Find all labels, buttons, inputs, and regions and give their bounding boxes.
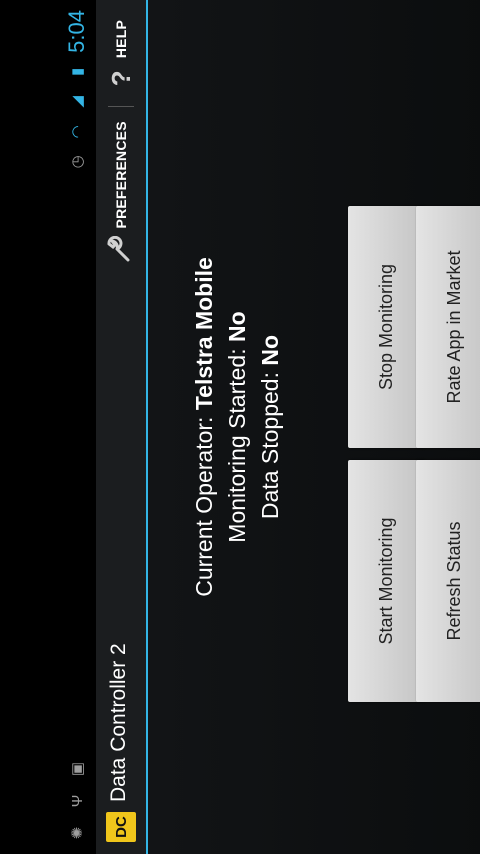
battery-icon: ▮	[69, 67, 86, 76]
monitoring-line: Monitoring Started: No	[224, 311, 250, 543]
rate-app-button[interactable]: Rate App in Market	[416, 206, 480, 448]
help-label: HELP	[113, 20, 129, 59]
preferences-label: PREFERENCES	[113, 121, 129, 229]
app-logo[interactable]: DC	[106, 812, 136, 842]
usb-icon: Ψ	[68, 794, 86, 808]
signal-icon: ◢	[69, 96, 86, 108]
refresh-status-button[interactable]: Refresh Status	[416, 460, 480, 702]
sd-card-icon: ▣	[69, 761, 86, 777]
preferences-action[interactable]: PREFERENCES	[96, 111, 146, 274]
status-summary: Current Operator: Telstra Mobile Monitor…	[188, 0, 287, 854]
action-bar: DC Data Controller 2 PREFERENCES ? HELP	[96, 0, 148, 854]
start-monitoring-button[interactable]: Start Monitoring	[348, 460, 424, 702]
data-stopped-line: Data Stopped: No	[257, 334, 283, 520]
main-content: Current Operator: Telstra Mobile Monitor…	[148, 0, 480, 854]
android-debug-icon: ✺	[69, 826, 86, 840]
status-bar: ✺ Ψ ▣ ◷ ◠ ◢ ▮ 5:04	[58, 0, 96, 854]
wrench-icon	[104, 236, 139, 264]
stop-monitoring-button[interactable]: Stop Monitoring	[348, 206, 424, 448]
status-time: 5:04	[64, 10, 89, 53]
help-icon: ?	[105, 70, 136, 87]
wifi-icon: ◠	[69, 125, 86, 139]
help-action[interactable]: ? HELP	[96, 10, 146, 102]
app-title: Data Controller 2	[107, 643, 130, 802]
action-divider	[108, 106, 134, 108]
operator-line: Current Operator: Telstra Mobile	[191, 257, 217, 597]
alarm-icon: ◷	[69, 155, 86, 169]
